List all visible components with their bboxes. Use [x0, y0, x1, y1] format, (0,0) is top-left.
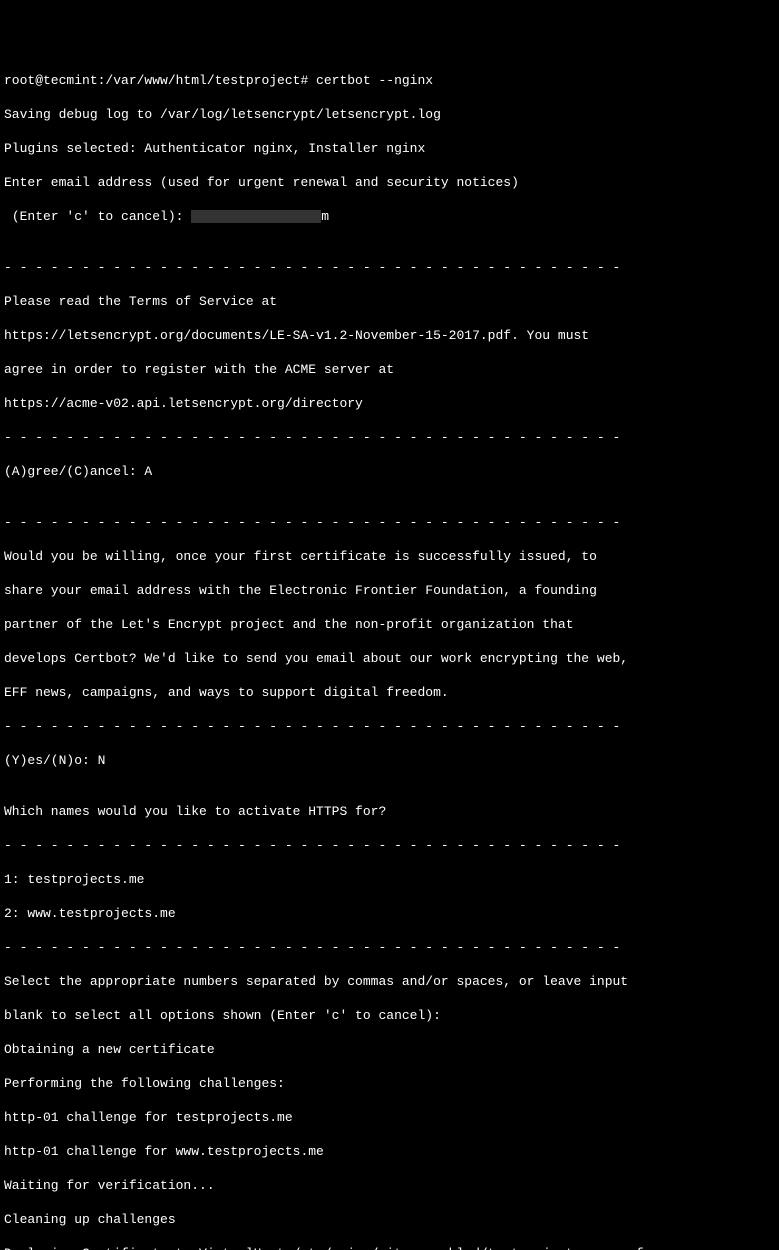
terminal-separator: - - - - - - - - - - - - - - - - - - - - … [4, 259, 775, 276]
terminal-output-line: Enter email address (used for urgent ren… [4, 174, 775, 191]
terminal-input-agree[interactable]: (A)gree/(C)ancel: A [4, 463, 775, 480]
terminal-separator: - - - - - - - - - - - - - - - - - - - - … [4, 514, 775, 531]
terminal-output-line: https://letsencrypt.org/documents/LE-SA-… [4, 327, 775, 344]
terminal-separator: - - - - - - - - - - - - - - - - - - - - … [4, 429, 775, 446]
terminal-option-1: 1: testprojects.me [4, 871, 775, 888]
terminal-separator: - - - - - - - - - - - - - - - - - - - - … [4, 939, 775, 956]
email-suffix: m [321, 209, 329, 224]
terminal-output-line: http-01 challenge for www.testprojects.m… [4, 1143, 775, 1160]
terminal-output-line: Saving debug log to /var/log/letsencrypt… [4, 106, 775, 123]
terminal-output-line: develops Certbot? We'd like to send you … [4, 650, 775, 667]
terminal-separator: - - - - - - - - - - - - - - - - - - - - … [4, 718, 775, 735]
terminal-output-line: agree in order to register with the ACME… [4, 361, 775, 378]
terminal-option-2: 2: www.testprojects.me [4, 905, 775, 922]
terminal-output-line: Select the appropriate numbers separated… [4, 973, 775, 990]
terminal-output-line: Which names would you like to activate H… [4, 803, 775, 820]
terminal-prompt-line: root@tecmint:/var/www/html/testproject# … [4, 72, 775, 89]
terminal-output-line: Waiting for verification... [4, 1177, 775, 1194]
terminal-output-line: Please read the Terms of Service at [4, 293, 775, 310]
terminal-output-line: Deploying Certificate to VirtualHost /et… [4, 1245, 775, 1250]
terminal-output-line: Performing the following challenges: [4, 1075, 775, 1092]
terminal-separator: - - - - - - - - - - - - - - - - - - - - … [4, 837, 775, 854]
terminal-output-line: Cleaning up challenges [4, 1211, 775, 1228]
terminal-output-line: Plugins selected: Authenticator nginx, I… [4, 140, 775, 157]
terminal-input-line[interactable]: (Enter 'c' to cancel): m [4, 208, 775, 225]
terminal-input-yesno[interactable]: (Y)es/(N)o: N [4, 752, 775, 769]
terminal-output-line: Obtaining a new certificate [4, 1041, 775, 1058]
terminal-output-line: Would you be willing, once your first ce… [4, 548, 775, 565]
prompt-text: (Enter 'c' to cancel): [4, 209, 191, 224]
redacted-email [191, 210, 321, 223]
terminal-output-line: share your email address with the Electr… [4, 582, 775, 599]
terminal-output-line: https://acme-v02.api.letsencrypt.org/dir… [4, 395, 775, 412]
terminal-output-line: EFF news, campaigns, and ways to support… [4, 684, 775, 701]
terminal-output-line: http-01 challenge for testprojects.me [4, 1109, 775, 1126]
terminal-input-select[interactable]: blank to select all options shown (Enter… [4, 1007, 775, 1024]
